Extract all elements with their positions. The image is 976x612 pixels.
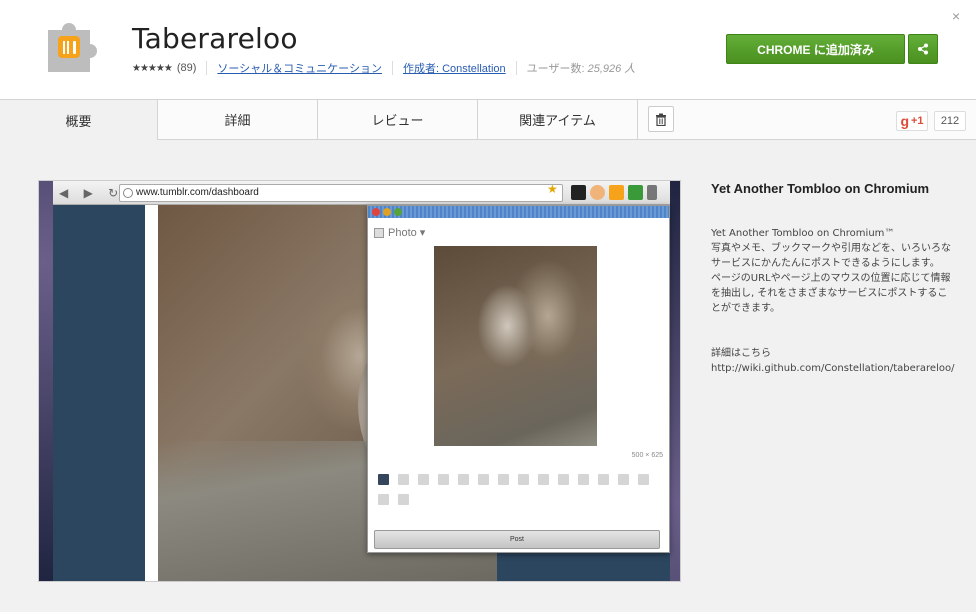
rating-stars: ★★★★★ <box>132 62 173 74</box>
navigation-arrows-icon: ◀ ▶ ↻ <box>59 186 125 200</box>
popup-photo-preview <box>434 246 597 446</box>
extension-icon <box>590 185 605 200</box>
service-icon <box>478 474 489 485</box>
service-icon <box>498 474 509 485</box>
taberareloo-icon <box>609 185 624 200</box>
service-icon <box>378 494 389 505</box>
desktop-wallpaper-left <box>39 181 53 581</box>
service-icon <box>598 474 609 485</box>
category-link[interactable]: ソーシャル＆コミュニケーション <box>217 60 382 76</box>
plus-one-label: +1 <box>911 115 924 127</box>
address-bar: www.tumblr.com/dashboard <box>119 184 563 202</box>
tumblr-icon <box>378 474 389 485</box>
service-icon <box>458 474 469 485</box>
service-icon <box>578 474 589 485</box>
remove-button[interactable] <box>648 106 674 132</box>
service-icons <box>378 474 668 505</box>
service-icon <box>618 474 629 485</box>
browser-window: ◀ ▶ ↻ www.tumblr.com/dashboard ★ Photo ▾… <box>53 181 670 581</box>
extension-toolbar-icons <box>571 185 657 200</box>
divider <box>515 61 517 75</box>
description-more: 詳細はこちら http://wiki.github.com/Constellat… <box>711 346 956 376</box>
close-dot <box>372 208 380 216</box>
extension-icon <box>628 185 643 200</box>
service-icon <box>538 474 549 485</box>
author-link[interactable]: 作成者: Constellation <box>403 60 506 76</box>
plus-one-count: 212 <box>934 111 966 131</box>
tab-overview[interactable]: 概要 <box>0 100 158 140</box>
tab-bar: 概要 詳細 レビュー 関連アイテム <box>0 100 976 140</box>
extension-meta: ★★★★★ (89) ソーシャル＆コミュニケーション 作成者: Constell… <box>132 60 635 76</box>
tab-details[interactable]: 詳細 <box>158 100 318 140</box>
share-icon <box>918 43 928 55</box>
wrench-icon <box>647 185 657 200</box>
description-title: Yet Another Tombloo on Chromium <box>711 181 930 196</box>
post-popup: Photo ▾ 500 × 625 Post <box>367 205 670 553</box>
divider <box>391 61 393 75</box>
minimize-dot <box>383 208 391 216</box>
address-url: www.tumblr.com/dashboard <box>136 187 259 198</box>
post-button: Post <box>374 530 660 549</box>
description-line: 写真やメモ、ブックマークや引用などを、いろいろなサービスにかんたんにポストできる… <box>711 243 951 269</box>
extension-screenshot[interactable]: ◀ ▶ ↻ www.tumblr.com/dashboard ★ Photo ▾… <box>38 180 681 582</box>
extension-title: Taberareloo <box>132 22 298 55</box>
more-info-label: 詳細はこちら <box>711 348 771 359</box>
service-icon <box>438 474 449 485</box>
user-count: ユーザー数: 25,926 人 <box>527 60 636 76</box>
service-icon <box>558 474 569 485</box>
service-icon <box>518 474 529 485</box>
description-line: ページのURLやページ上のマウスの位置に応じて情報を抽出し, それをさまざまなサ… <box>711 273 951 314</box>
popup-titlebar <box>368 206 669 218</box>
service-icon <box>418 474 429 485</box>
rating-count: (89) <box>176 62 197 74</box>
image-size-label: 500 × 625 <box>631 452 663 459</box>
tab-related[interactable]: 関連アイテム <box>478 100 638 140</box>
close-icon[interactable]: × <box>952 8 960 24</box>
dashboard-column <box>145 205 158 581</box>
share-button[interactable] <box>908 34 938 64</box>
divider <box>206 61 208 75</box>
added-to-chrome-button[interactable]: CHROME に追加済み <box>726 34 905 64</box>
photo-icon <box>374 227 384 238</box>
bookmark-star-icon: ★ <box>547 182 558 196</box>
description-line: Yet Another Tombloo on Chromium™ <box>711 228 895 239</box>
trash-icon <box>656 113 666 126</box>
description-body: Yet Another Tombloo on Chromium™ 写真やメモ、ブ… <box>711 226 956 316</box>
post-type-label: Photo ▾ <box>388 227 426 239</box>
browser-toolbar: ◀ ▶ ↻ www.tumblr.com/dashboard ★ <box>53 181 670 205</box>
tab-reviews[interactable]: レビュー <box>318 100 478 140</box>
google-plus-g-icon: g <box>900 113 909 129</box>
google-plus-one-button[interactable]: g +1 <box>896 111 928 131</box>
user-count-value: 25,926 人 <box>587 63 636 75</box>
service-icon <box>398 474 409 485</box>
globe-icon <box>123 188 133 198</box>
more-info-url[interactable]: http://wiki.github.com/Constellation/tab… <box>711 361 956 376</box>
service-icon <box>638 474 649 485</box>
dashboard-sidebar <box>53 205 145 581</box>
detail-header: Taberareloo ★★★★★ (89) ソーシャル＆コミュニケーション 作… <box>0 0 976 100</box>
service-icon <box>398 494 409 505</box>
user-count-label: ユーザー数: <box>526 63 588 75</box>
extension-icon <box>571 185 586 200</box>
zoom-dot <box>394 208 402 216</box>
window-controls <box>372 208 402 216</box>
puzzle-extension-icon <box>48 23 97 72</box>
post-type-selector: Photo ▾ <box>374 226 425 239</box>
